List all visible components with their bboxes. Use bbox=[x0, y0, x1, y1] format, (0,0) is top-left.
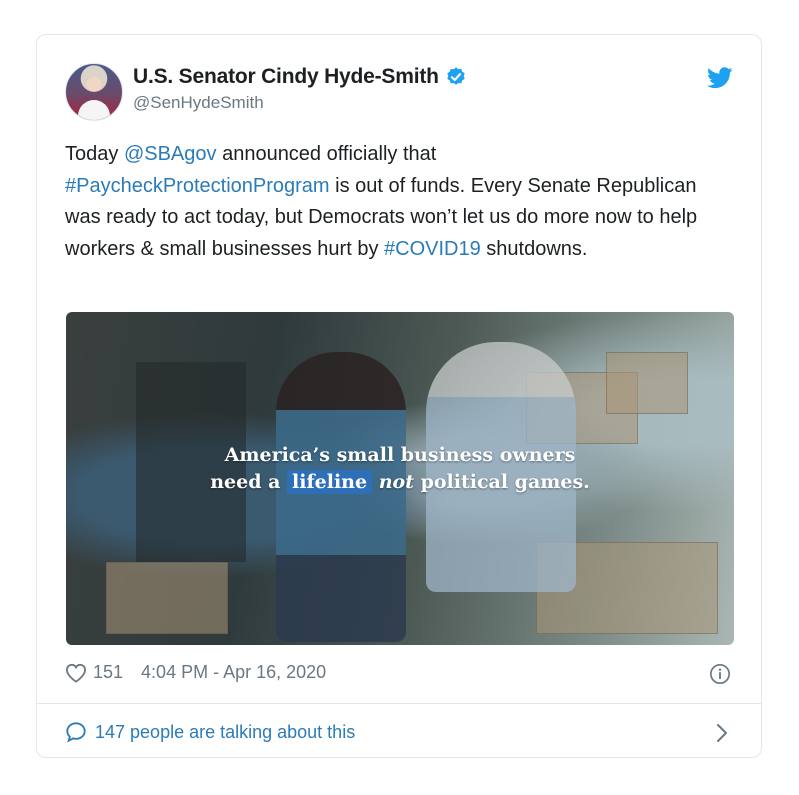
author-name-row[interactable]: U.S. Senator Cindy Hyde-Smith bbox=[133, 65, 467, 89]
divider bbox=[37, 703, 761, 704]
tweet-meta: 151 4:04 PM - Apr 16, 2020 bbox=[65, 662, 326, 683]
hashtag-link-covid19[interactable]: #COVID19 bbox=[384, 238, 481, 260]
author-display-name[interactable]: U.S. Senator Cindy Hyde-Smith bbox=[133, 65, 439, 89]
verified-badge-icon bbox=[447, 67, 465, 85]
overlay-emphasis: not bbox=[378, 471, 414, 493]
tweet-timestamp[interactable]: 4:04 PM - Apr 16, 2020 bbox=[141, 662, 326, 683]
overlay-line-2b: political games. bbox=[413, 471, 590, 493]
chevron-right-icon[interactable] bbox=[715, 723, 729, 743]
heart-icon[interactable] bbox=[65, 663, 87, 683]
tweet-text: Today @SBAgov announced officially that … bbox=[65, 139, 725, 265]
overlay-line-1: America’s small business owners bbox=[224, 444, 576, 466]
tweet-card: U.S. Senator Cindy Hyde-Smith @SenHydeSm… bbox=[36, 34, 762, 758]
mention-link-sbagov[interactable]: @SBAgov bbox=[124, 143, 217, 165]
hashtag-link-ppp[interactable]: #PaycheckProtectionProgram bbox=[65, 175, 330, 197]
overlay-line-2a: need a bbox=[210, 471, 288, 493]
tweet-text-segment: Today bbox=[65, 143, 124, 165]
tweet-media-image[interactable]: America’s small business owners need a l… bbox=[66, 312, 734, 645]
conversation-link[interactable]: 147 people are talking about this bbox=[65, 721, 355, 743]
tweet-text-segment: shutdowns. bbox=[480, 237, 588, 260]
info-icon[interactable] bbox=[709, 663, 731, 685]
like-count[interactable]: 151 bbox=[93, 662, 123, 683]
author-handle[interactable]: @SenHydeSmith bbox=[133, 93, 264, 113]
avatar[interactable] bbox=[65, 63, 123, 121]
speech-bubble-icon bbox=[66, 722, 86, 743]
conversation-label[interactable]: 147 people are talking about this bbox=[95, 722, 355, 743]
tweet-text-segment: announced officially that bbox=[216, 143, 437, 165]
overlay-highlight: lifeline bbox=[287, 470, 373, 494]
twitter-bird-icon[interactable] bbox=[707, 67, 733, 89]
media-overlay-text: America’s small business owners need a l… bbox=[66, 442, 734, 496]
